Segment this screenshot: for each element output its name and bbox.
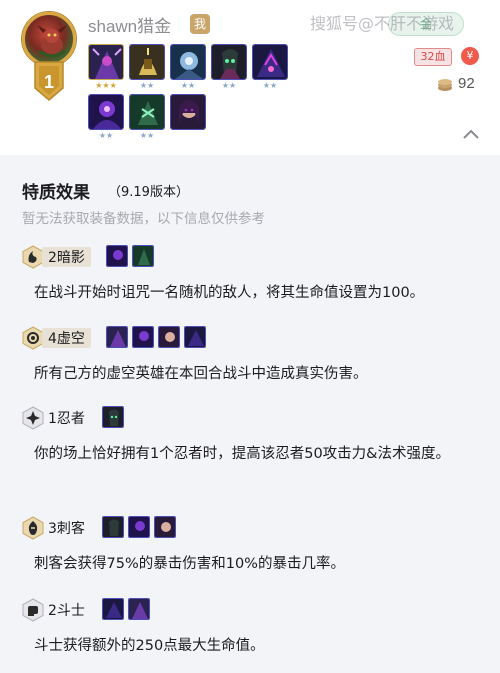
traits-panel: 特质效果 （9.19版本） 暂无法获取装备数据，以下信息仅供参考 2暗影 在战斗… — [0, 155, 500, 673]
trait-champions — [102, 516, 176, 538]
champion-slot[interactable]: ★★ — [129, 44, 165, 91]
champion-thumbnail[interactable] — [154, 516, 176, 538]
trait-label-tag: 3刺客 — [42, 518, 91, 538]
void-icon — [22, 326, 44, 350]
player-name: shawn猎金 — [88, 17, 172, 36]
rank-number: 1 — [43, 72, 54, 92]
trait-champions — [106, 245, 154, 267]
champion-portrait[interactable] — [170, 44, 206, 80]
trait-description: 所有己方的虚空英雄在本回合战斗中造成真实伤害。 — [34, 366, 368, 382]
star-rating: ★★ — [139, 131, 155, 140]
trait-label: 4虚空 — [48, 331, 85, 347]
star-rating: ★★★ — [95, 81, 117, 90]
brawler-icon — [22, 598, 44, 622]
champion-portrait[interactable] — [129, 44, 165, 80]
gold-count: 92 — [458, 75, 475, 92]
star-rating: ★★ — [262, 81, 278, 90]
champion-thumbnail[interactable] — [102, 598, 124, 620]
section-version: （9.19版本） — [108, 185, 189, 200]
champion-portrait[interactable] — [129, 94, 165, 130]
gold-stack-icon — [438, 79, 452, 91]
chevron-up-icon[interactable] — [461, 127, 481, 141]
avatar[interactable] — [22, 12, 76, 66]
little-legend-icon — [37, 25, 67, 58]
shadow-icon — [22, 245, 44, 269]
trait-champions — [102, 598, 150, 620]
champion-thumbnail[interactable] — [184, 326, 206, 348]
champion-slot[interactable]: ★★ — [88, 94, 124, 141]
champion-portrait[interactable] — [88, 94, 124, 130]
star-rating: ★★ — [139, 81, 155, 90]
trait-label-tag: 1忍者 — [42, 408, 91, 428]
trait-champions — [102, 406, 124, 428]
trait-label: 1忍者 — [48, 411, 85, 427]
champion-thumbnail[interactable] — [128, 516, 150, 538]
assassin-icon — [22, 516, 44, 540]
coin-icon: ¥ — [461, 47, 479, 65]
star-rating: ★★ — [180, 81, 196, 90]
trait-label: 3刺客 — [48, 521, 85, 537]
champion-thumbnail[interactable] — [158, 326, 180, 348]
champion-thumbnail[interactable] — [132, 326, 154, 348]
champion-thumbnail[interactable] — [128, 598, 150, 620]
player-avatar-group[interactable]: 1 — [22, 12, 76, 104]
champion-thumbnail[interactable] — [132, 245, 154, 267]
trait-description: 在战斗开始时诅咒一名随机的敌人，将其生命值设置为100。 — [34, 285, 425, 301]
rank-badge: 1 — [31, 60, 67, 102]
me-badge: 我 — [190, 14, 210, 34]
trait-item: 4虚空 所有己方的虚空英雄在本回合战斗中造成真实伤害。 — [22, 325, 482, 389]
champion-thumbnail[interactable] — [102, 406, 124, 428]
trait-label: 2斗士 — [48, 603, 85, 619]
section-note: 暂无法获取装备数据，以下信息仅供参考 — [22, 211, 265, 227]
trait-item: 1忍者 你的场上恰好拥有1个忍者时，提高该忍者50攻击力&法术强度。 — [22, 405, 482, 469]
champion-row-2: ★★ ★★ — [88, 94, 206, 141]
champion-slot[interactable]: ★★ — [129, 94, 165, 141]
health-badge: 32血 — [414, 48, 452, 66]
star-rating — [170, 131, 206, 141]
champion-portrait[interactable] — [211, 44, 247, 80]
star-rating: ★★ — [98, 131, 114, 140]
trait-champions — [106, 326, 206, 348]
trait-item: 3刺客 刺客会获得75%的暴击伤害和10%的暴击几率。 — [22, 515, 482, 579]
player-card: 1 shawn猎金 我 金 搜狐号@不肝不游戏 ★★★ ★★ ★★ ★★ ★★ … — [0, 0, 500, 155]
champion-portrait[interactable] — [252, 44, 288, 80]
ninja-icon — [22, 406, 44, 430]
champion-slot[interactable]: ★★ — [211, 44, 247, 91]
champion-thumbnail[interactable] — [106, 326, 128, 348]
champion-thumbnail[interactable] — [106, 245, 128, 267]
trait-label-tag: 2暗影 — [42, 247, 91, 267]
watermark: 搜狐号@不肝不游戏 — [310, 14, 455, 33]
champion-slot[interactable] — [170, 94, 206, 141]
trait-item: 2斗士 斗士获得额外的250点最大生命值。 — [22, 597, 482, 661]
trait-description: 刺客会获得75%的暴击伤害和10%的暴击几率。 — [34, 556, 345, 572]
champion-thumbnail[interactable] — [102, 516, 124, 538]
trait-label: 2暗影 — [48, 250, 85, 266]
trait-label-tag: 2斗士 — [42, 600, 91, 620]
champion-portrait[interactable] — [88, 44, 124, 80]
champion-row-1: ★★★ ★★ ★★ ★★ ★★ — [88, 44, 288, 91]
trait-item: 2暗影 在战斗开始时诅咒一名随机的敌人，将其生命值设置为100。 — [22, 244, 482, 308]
champion-portrait[interactable] — [170, 94, 206, 130]
star-rating: ★★ — [221, 81, 237, 90]
trait-label-tag: 4虚空 — [42, 328, 91, 348]
champion-slot[interactable]: ★★ — [252, 44, 288, 91]
section-title: 特质效果 — [22, 183, 90, 203]
trait-description: 你的场上恰好拥有1个忍者时，提高该忍者50攻击力&法术强度。 — [34, 446, 450, 462]
trait-description: 斗士获得额外的250点最大生命值。 — [34, 638, 265, 654]
champion-slot[interactable]: ★★ — [170, 44, 206, 91]
champion-slot[interactable]: ★★★ — [88, 44, 124, 91]
